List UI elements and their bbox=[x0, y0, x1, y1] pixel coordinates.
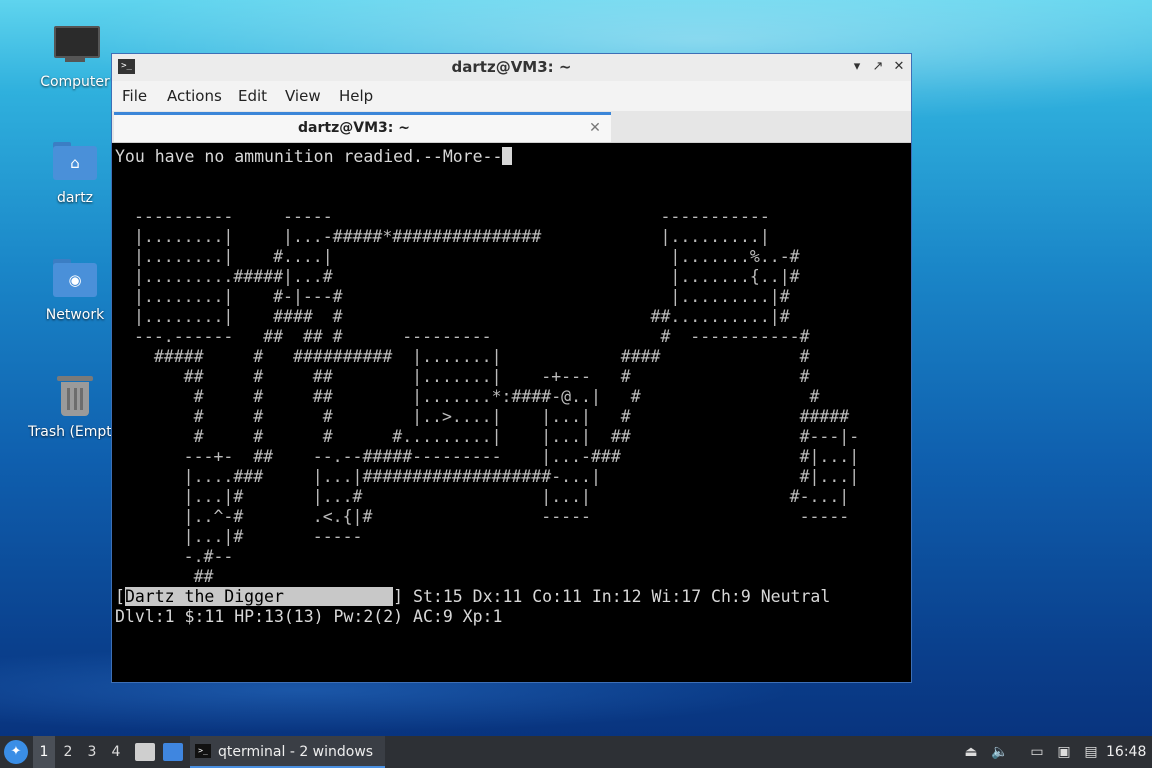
desktop-icon-label: dartz bbox=[56, 190, 94, 206]
menu-bar: File Actions Edit View Help bbox=[112, 81, 911, 111]
desktop-icon-home[interactable]: ⌂ dartz bbox=[29, 138, 121, 206]
window-titlebar[interactable]: >_ dartz@VM3: ~ ▾ ↗ ✕ bbox=[112, 54, 911, 81]
terminal-output[interactable]: You have no ammunition readied.--More-- … bbox=[113, 145, 910, 681]
map-row: ## bbox=[134, 567, 214, 586]
workspace-2-button[interactable]: 2 bbox=[57, 736, 79, 768]
terminal-window: >_ dartz@VM3: ~ ▾ ↗ ✕ File Actions Edit … bbox=[111, 53, 912, 683]
menu-help[interactable]: Help bbox=[339, 81, 373, 111]
show-desktop-icon[interactable] bbox=[163, 743, 183, 761]
taskbar: ✦ 1 2 3 4 >_ qterminal - 2 windows ⏏ 🔈 ▭… bbox=[0, 736, 1152, 768]
map-row: |....### |...|###################-...| #… bbox=[134, 467, 860, 486]
workspace-3-button[interactable]: 3 bbox=[81, 736, 103, 768]
monitor-icon bbox=[51, 22, 100, 70]
map-row: |........| #-|---# |.........|# bbox=[134, 287, 790, 306]
map-row: |........| #### # ##..........|# bbox=[134, 307, 790, 326]
map-row: ---------- ----- ----------- bbox=[134, 207, 770, 226]
maximize-button[interactable]: ↗ bbox=[869, 58, 887, 76]
trash-icon bbox=[51, 372, 99, 420]
tab-terminal[interactable]: dartz@VM3: ~ ✕ bbox=[114, 112, 611, 142]
map-row: ---.------ ## ## # --------- # ---------… bbox=[134, 327, 810, 346]
notification-icon[interactable]: ▤ bbox=[1082, 744, 1100, 760]
workspace-4-button[interactable]: 4 bbox=[105, 736, 127, 768]
task-label: qterminal - 2 windows bbox=[218, 744, 374, 760]
status-line-1: [Dartz the Digger ] St:15 Dx:11 Co:11 In… bbox=[115, 587, 831, 606]
map-row: # # # |..>....| |...| # ##### bbox=[134, 407, 850, 426]
map-row: |...|# |...# |...| #-...| bbox=[134, 487, 850, 506]
network-status-icon[interactable]: ▣ bbox=[1055, 744, 1073, 760]
menu-file[interactable]: File bbox=[122, 81, 147, 111]
close-button[interactable]: ✕ bbox=[890, 58, 908, 76]
terminal-app-icon: >_ bbox=[195, 744, 211, 758]
workspace-1-button[interactable]: 1 bbox=[33, 736, 55, 768]
map-row: # # # #.........| |...| ## #---|- bbox=[134, 427, 860, 446]
character-stats: St:15 Dx:11 Co:11 In:12 Wi:17 Ch:9 Neutr… bbox=[403, 587, 831, 606]
map-row: # # ## |.......*:####-@..| # # bbox=[134, 387, 820, 406]
map-row: -.#-- bbox=[134, 547, 234, 566]
desktop-icon-label: Computer bbox=[40, 74, 110, 90]
game-message: You have no ammunition readied.--More-- bbox=[115, 147, 503, 166]
map-row: ---+- ## --.--#####--------- |...-### #|… bbox=[134, 447, 860, 466]
desktop-icon-label: Network bbox=[45, 307, 105, 323]
volume-icon[interactable]: 🔈 bbox=[991, 744, 1009, 760]
text-cursor bbox=[502, 147, 513, 165]
map-row: |..^-# .<.{|# ----- ----- bbox=[134, 507, 850, 526]
game-message-line: You have no ammunition readied.--More-- bbox=[115, 147, 513, 167]
map-row: |........| |...-#####*############### |.… bbox=[134, 227, 770, 246]
desktop-icon-computer[interactable]: Computer bbox=[29, 22, 121, 90]
tab-close-icon[interactable]: ✕ bbox=[587, 118, 603, 138]
eject-icon[interactable]: ⏏ bbox=[962, 744, 980, 760]
menu-actions[interactable]: Actions bbox=[167, 81, 222, 111]
window-title: dartz@VM3: ~ bbox=[451, 58, 572, 76]
file-manager-icon[interactable] bbox=[135, 743, 155, 761]
clipboard-icon[interactable]: ▭ bbox=[1028, 744, 1046, 760]
status-line-2: Dlvl:1 $:11 HP:13(13) Pw:2(2) AC:9 Xp:1 bbox=[115, 607, 503, 626]
desktop-icon-network[interactable]: ◉ Network bbox=[29, 255, 121, 323]
character-name: Dartz the Digger bbox=[124, 587, 284, 606]
tab-bar: dartz@VM3: ~ ✕ bbox=[112, 111, 911, 143]
network-folder-icon: ◉ bbox=[51, 255, 99, 303]
start-menu-icon[interactable]: ✦ bbox=[4, 740, 28, 764]
menu-edit[interactable]: Edit bbox=[238, 81, 267, 111]
map-row: |.........#####|...# |.......{..|# bbox=[134, 267, 800, 286]
taskbar-task-qterminal[interactable]: >_ qterminal - 2 windows bbox=[190, 736, 385, 768]
tab-label: dartz@VM3: ~ bbox=[298, 120, 410, 136]
desktop-icon-label: Trash (Empty) bbox=[28, 424, 118, 440]
home-folder-icon: ⌂ bbox=[51, 138, 99, 186]
menu-view[interactable]: View bbox=[285, 81, 321, 111]
map-row: ##### # ########## |.......| #### # bbox=[134, 347, 810, 366]
map-row: ## # ## |.......| -+--- # # bbox=[134, 367, 810, 386]
map-row: |...|# ----- bbox=[134, 527, 363, 546]
map-row: |........| #....| |.......%..-# bbox=[134, 247, 800, 266]
clock[interactable]: 16:48 bbox=[1106, 736, 1146, 768]
minimize-button[interactable]: ▾ bbox=[848, 58, 866, 76]
